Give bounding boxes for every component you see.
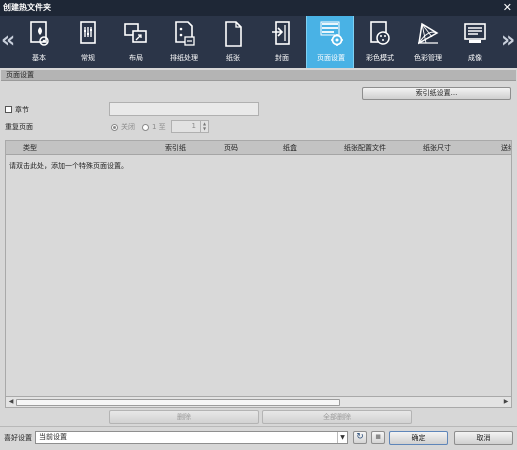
table-header: 类型 索引纸 页码 纸盒 纸张配置文件 纸张尺寸 送纸 [6, 141, 511, 155]
scrollbar-thumb[interactable] [16, 399, 340, 406]
tab-label: 页面设置 [317, 54, 345, 62]
tab-color-management[interactable]: 色彩管理 [404, 16, 452, 68]
refresh-icon[interactable]: ↻ [353, 431, 367, 444]
tab-cover[interactable]: 封面 [258, 16, 306, 68]
tab-label: 封面 [275, 54, 289, 62]
empty-table-message[interactable]: 请双击此处，添加一个特殊页面设置。 [9, 161, 128, 171]
scroll-right-icon[interactable]: » [501, 26, 515, 56]
delete-button[interactable]: 删除 [109, 410, 259, 424]
tab-label: 常规 [81, 54, 95, 62]
window-title: 创建热文件夹 [3, 3, 51, 12]
column-header[interactable]: 送纸 [501, 143, 511, 153]
hot-folder-window: 创建热文件夹 ✕ « » 基本 常规 布局 排纸处理 纸张 封面 页面设置 彩色… [0, 0, 517, 450]
footer-divider [0, 426, 517, 427]
repeat-page-label: 重复页面 [5, 123, 33, 131]
tab-basic[interactable]: 基本 [15, 16, 63, 68]
color-management-icon [418, 22, 439, 45]
tab-general[interactable]: 常规 [64, 16, 112, 68]
chapter-label: 章节 [15, 106, 29, 114]
settings-toolbar: « » 基本 常规 布局 排纸处理 纸张 封面 页面设置 彩色模式 色彩管理 成… [0, 16, 517, 68]
page-settings-table[interactable]: 类型 索引纸 页码 纸盒 纸张配置文件 纸张尺寸 送纸 请双击此处，添加一个特殊… [5, 140, 512, 408]
title-bar: 创建热文件夹 ✕ [0, 0, 517, 16]
tab-label: 布局 [129, 54, 143, 62]
tab-label: 彩色模式 [366, 54, 394, 62]
column-header[interactable]: 索引纸 [165, 143, 186, 153]
cancel-button[interactable]: 取消 [454, 431, 513, 445]
paper-icon [225, 21, 242, 47]
finishing-icon [175, 21, 195, 46]
preset-select[interactable]: 当前设置 ▼ [35, 431, 348, 444]
tab-color-mode[interactable]: 彩色模式 [356, 16, 404, 68]
tab-label: 纸张 [226, 54, 240, 62]
column-header[interactable]: 纸张尺寸 [423, 143, 451, 153]
tab-label: 成像 [468, 54, 482, 62]
cover-icon [272, 21, 290, 45]
chevron-down-icon[interactable]: ▼ [337, 432, 347, 443]
tab-label: 排纸处理 [170, 54, 198, 62]
column-header[interactable]: 页码 [224, 143, 238, 153]
repeat-count-value: 1 [191, 122, 196, 130]
horizontal-scrollbar[interactable]: ◀ ▶ [5, 396, 512, 408]
repeat-one-radio[interactable] [142, 124, 149, 131]
preset-value: 当前设置 [39, 433, 67, 441]
repeat-off-label: 关闭 [121, 123, 135, 131]
color-mode-icon [370, 21, 390, 45]
tab-page-settings[interactable]: 页面设置 [306, 16, 354, 68]
chapter-checkbox[interactable] [5, 106, 12, 113]
scroll-left-arrow-icon[interactable]: ◀ [6, 397, 16, 407]
tab-finishing[interactable]: 排纸处理 [160, 16, 208, 68]
tab-settings-button[interactable]: 索引纸设置... [362, 87, 511, 100]
section-title: 页面设置 [1, 70, 516, 81]
scroll-left-icon[interactable]: « [1, 26, 15, 56]
save-icon[interactable]: ▪ [371, 431, 385, 444]
column-header[interactable]: 类型 [23, 143, 37, 153]
layout-icon [124, 23, 147, 43]
repeat-off-radio[interactable] [111, 124, 118, 131]
tab-paper[interactable]: 纸张 [209, 16, 257, 68]
delete-all-button[interactable]: 全部删除 [262, 410, 412, 424]
column-header[interactable]: 纸盒 [283, 143, 297, 153]
general-icon [80, 21, 96, 44]
tab-imaging[interactable]: 成像 [451, 16, 499, 68]
imaging-icon [464, 23, 486, 43]
repeat-one-label: 1 至 [152, 123, 166, 131]
basic-icon [30, 21, 49, 46]
tab-label: 色彩管理 [414, 54, 442, 62]
stepper-arrows-icon[interactable]: ▲ ▼ [200, 121, 208, 132]
tab-label: 基本 [32, 54, 46, 62]
column-header[interactable]: 纸张配置文件 [344, 143, 386, 153]
scroll-right-arrow-icon[interactable]: ▶ [501, 397, 511, 407]
ok-button[interactable]: 确定 [389, 431, 448, 445]
page-settings-icon [320, 21, 343, 46]
tab-layout[interactable]: 布局 [112, 16, 160, 68]
repeat-count-stepper[interactable]: 1 ▲ ▼ [171, 120, 209, 133]
close-icon[interactable]: ✕ [503, 0, 512, 16]
preset-label: 喜好设置 [4, 434, 32, 442]
chapter-field[interactable] [109, 102, 259, 116]
